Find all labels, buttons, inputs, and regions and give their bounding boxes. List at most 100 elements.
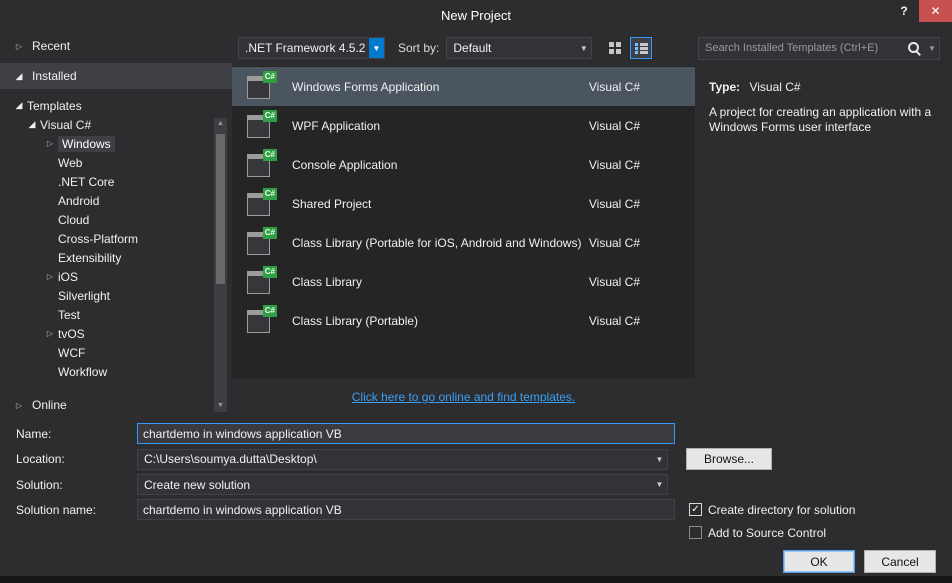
csharp-badge: C# [263,305,277,317]
template-row-windows-forms[interactable]: C# Windows Forms Application Visual C# [232,67,695,106]
location-dropdown[interactable]: C:\Users\soumya.dutta\Desktop\ ▼ [137,449,668,470]
template-tree: ◢ Templates ◢ Visual C# ▷ Windows Web .N… [0,96,232,381]
tree-node-ios[interactable]: ▷ iOS [0,267,232,286]
location-row: Location: C:\Users\soumya.dutta\Desktop\… [16,448,936,470]
solution-dropdown[interactable]: Create new solution ▼ [137,474,668,495]
tree-label: Silverlight [58,289,110,303]
template-name: Class Library [292,275,362,289]
tree-label: Android [58,194,99,208]
tree-node-silverlight[interactable]: Silverlight [0,286,232,305]
browse-button[interactable]: Browse... [686,448,772,470]
sidebar-item-online[interactable]: ▷ Online [0,393,232,417]
sidebar-item-recent[interactable]: ▷ Recent [0,34,232,58]
create-directory-label: Create directory for solution [708,503,855,517]
tree-node-test[interactable]: Test [0,305,232,324]
framework-dropdown[interactable]: .NET Framework 4.5.2 ▼ [238,37,385,59]
tree-label: Workflow [58,365,107,379]
tree-label: iOS [58,270,78,284]
template-language: Visual C# [589,236,640,250]
csharp-badge: C# [263,71,277,83]
source-control-checkbox[interactable]: Add to Source Control [689,526,826,540]
template-language: Visual C# [589,119,640,133]
tree-label: Templates [27,99,82,113]
template-row-shared-project[interactable]: C# Shared Project Visual C# [232,184,695,223]
list-view-icon [635,42,648,54]
view-toggle-group [604,37,652,59]
console-project-icon: C# [244,150,278,180]
template-language: Visual C# [589,80,640,94]
csharp-badge: C# [263,110,277,122]
template-row-console[interactable]: C# Console Application Visual C# [232,145,695,184]
framework-value: .NET Framework 4.5.2 [239,41,369,55]
class-library-icon: C# [244,228,278,258]
template-language: Visual C# [589,275,640,289]
csharp-badge: C# [263,149,277,161]
tree-node-web[interactable]: Web [0,153,232,172]
name-label: Name: [16,427,137,441]
template-list: C# Windows Forms Application Visual C# C… [232,66,695,378]
list-view-button[interactable] [630,37,652,59]
location-value: C:\Users\soumya.dutta\Desktop\ [138,452,652,466]
scrollbar-thumb[interactable] [216,134,225,284]
tree-node-workflow[interactable]: Workflow [0,362,232,381]
solution-name-row: Solution name: ✓ Create directory for so… [16,499,936,520]
dialog-buttons: OK Cancel [16,550,936,573]
tree-node-cloud[interactable]: Cloud [0,210,232,229]
tree-node-android[interactable]: Android [0,191,232,210]
template-row-class-library-portable[interactable]: C# Class Library (Portable) Visual C# [232,301,695,340]
template-info-panel: Type: Visual C# A project for creating a… [695,66,952,416]
csharp-badge: C# [263,227,277,239]
chevron-right-icon: ▷ [45,139,55,148]
tree-label: Cross-Platform [58,232,138,246]
project-name-input[interactable] [137,423,675,444]
sidebar-item-installed[interactable]: ◢ Installed [0,63,232,89]
sort-value: Default [447,41,576,55]
source-control-row: Add to Source Control [689,524,936,541]
search-icon[interactable] [907,41,922,56]
help-button[interactable]: ? [889,0,919,22]
chevron-right-icon: ▷ [14,401,24,410]
template-row-wpf[interactable]: C# WPF Application Visual C# [232,106,695,145]
cancel-button[interactable]: Cancel [864,550,936,573]
solution-name-label: Solution name: [16,503,137,517]
tree-label: Web [58,156,82,170]
titlebar: New Project ? ✕ [0,0,952,30]
scroll-up-icon[interactable]: ▲ [214,118,227,130]
go-online-link[interactable]: Click here to go online and find templat… [352,390,575,404]
search-box[interactable]: ▼ [698,37,940,60]
chevron-right-icon: ▷ [45,329,55,338]
chevron-down-icon[interactable]: ▼ [925,44,939,53]
tree-node-extensibility[interactable]: Extensibility [0,248,232,267]
template-list-column: C# Windows Forms Application Visual C# C… [232,66,695,416]
chevron-down-icon: ▼ [369,38,384,58]
search-input[interactable] [699,42,907,54]
close-button[interactable]: ✕ [919,0,952,22]
tree-node-netcore[interactable]: .NET Core [0,172,232,191]
small-icons-view-button[interactable] [604,37,626,59]
tree-node-windows[interactable]: ▷ Windows [0,134,232,153]
new-project-dialog: New Project ? ✕ ▷ Recent ◢ Installed ◢ T… [0,0,952,576]
sort-dropdown[interactable]: Default ▼ [446,37,592,59]
solution-name-input[interactable] [137,499,675,520]
csharp-badge: C# [263,188,277,200]
tree-node-tvos[interactable]: ▷ tvOS [0,324,232,343]
class-library-icon: C# [244,306,278,336]
grid-view-icon [609,42,621,54]
tree-node-templates[interactable]: ◢ Templates [0,96,232,115]
template-row-class-library[interactable]: C# Class Library Visual C# [232,262,695,301]
tree-node-cross-platform[interactable]: Cross-Platform [0,229,232,248]
dialog-title: New Project [441,8,511,23]
sidebar-scrollbar[interactable]: ▲ ▼ [214,118,227,412]
installed-label: Installed [32,69,77,83]
tree-label: Test [58,308,80,322]
chevron-expanded-icon: ◢ [14,71,24,82]
template-row-class-library-portable-ios[interactable]: C# Class Library (Portable for iOS, Andr… [232,223,695,262]
template-name: Windows Forms Application [292,80,439,94]
solution-value: Create new solution [138,478,652,492]
tree-node-visual-csharp[interactable]: ◢ Visual C# [0,115,232,134]
create-directory-checkbox[interactable]: ✓ Create directory for solution [689,503,855,517]
ok-button[interactable]: OK [783,550,855,573]
tree-node-wcf[interactable]: WCF [0,343,232,362]
template-content-row: C# Windows Forms Application Visual C# C… [232,66,952,416]
scroll-down-icon[interactable]: ▼ [214,400,227,412]
